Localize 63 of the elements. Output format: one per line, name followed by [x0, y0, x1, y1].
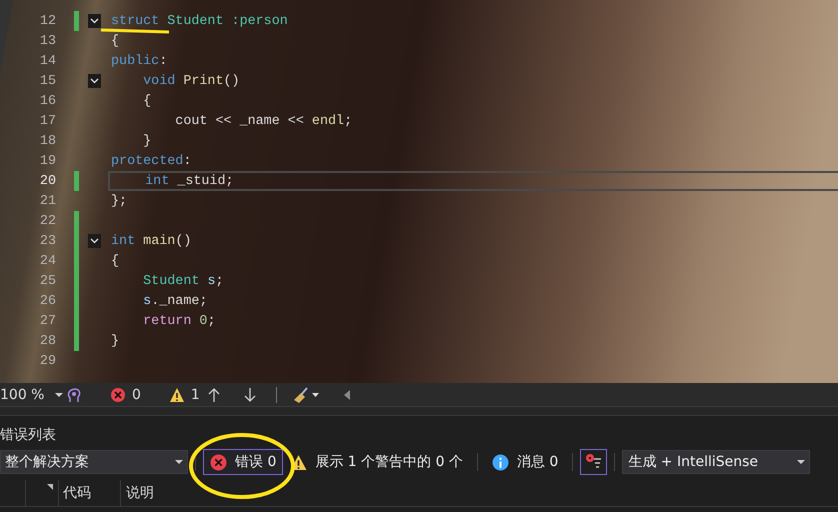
- caret-icon: [55, 392, 63, 396]
- error-icon: [110, 386, 126, 402]
- info-icon: [492, 454, 509, 470]
- line-number: 19: [38, 154, 56, 168]
- zoom-dropdown[interactable]: 100 %: [0, 383, 66, 406]
- code-line: {: [142, 94, 152, 108]
- error-icon: [210, 454, 227, 470]
- code-line: struct Student :person: [111, 14, 288, 28]
- code-line: cout << _name << endl;: [174, 114, 352, 128]
- code-line: };: [111, 194, 128, 208]
- code-line: }: [142, 134, 152, 148]
- line-number: 18: [38, 134, 56, 148]
- caret-icon: [797, 460, 806, 464]
- column-header[interactable]: 代码: [59, 480, 121, 506]
- line-number: 22: [38, 214, 56, 228]
- scope-dropdown[interactable]: 整个解决方案: [0, 450, 188, 474]
- error-count: 0: [132, 386, 141, 402]
- code-line: return 0;: [142, 314, 216, 328]
- code-line: s._name;: [142, 294, 208, 308]
- column-options-icon[interactable]: [47, 484, 53, 490]
- broom-icon[interactable]: [292, 386, 321, 402]
- build-filter-button[interactable]: [580, 449, 608, 475]
- line-number: 21: [38, 194, 56, 208]
- code-line: public:: [111, 54, 168, 68]
- line-number: 17: [38, 114, 56, 128]
- code-line: {: [111, 254, 120, 268]
- line-number: 26: [38, 294, 56, 308]
- line-number: 29: [38, 354, 56, 368]
- line-number: 23: [38, 234, 56, 248]
- head-icon[interactable]: [66, 386, 82, 402]
- highlight-underline: [100, 28, 170, 34]
- line-number: 16: [38, 94, 56, 108]
- code-line: int _stuid;: [144, 174, 234, 188]
- line-number: 13: [38, 34, 56, 48]
- code-line: void Print(): [142, 74, 240, 88]
- warning-icon: [168, 386, 185, 402]
- code-line: }: [111, 334, 120, 348]
- warning-count: 1: [190, 386, 200, 402]
- collapse-icon[interactable]: [88, 14, 101, 28]
- messages-filter-button[interactable]: 消息 0: [484, 449, 566, 475]
- line-number: 15: [38, 74, 56, 88]
- panel-title: 错误列表: [0, 426, 57, 442]
- line-number: 20: [38, 174, 56, 188]
- scrollbar-track[interactable]: [0, 407, 838, 416]
- line-number: 14: [38, 54, 56, 68]
- code-line: {: [111, 34, 120, 48]
- warnings-filter-button[interactable]: 展示 1 个警告中的 0 个: [283, 449, 470, 475]
- code-line: int main(): [111, 234, 192, 248]
- code-line: protected:: [111, 154, 192, 168]
- column-header[interactable]: 说明: [121, 480, 154, 506]
- errors-filter-button[interactable]: 错误 0: [203, 449, 284, 475]
- collapse-icon[interactable]: [88, 74, 101, 88]
- line-number: 27: [38, 314, 56, 328]
- line-number: 12: [38, 14, 56, 28]
- line-number: 24: [38, 254, 56, 268]
- code-line: Student s;: [142, 274, 224, 288]
- scroll-left-icon[interactable]: [342, 390, 351, 400]
- caret-icon: [175, 460, 183, 464]
- collapse-icon[interactable]: [88, 234, 101, 248]
- line-number: 25: [38, 274, 56, 288]
- down-arrow-icon[interactable]: [242, 386, 258, 402]
- line-number: 28: [38, 334, 56, 348]
- source-dropdown[interactable]: 生成 + IntelliSense: [622, 450, 810, 474]
